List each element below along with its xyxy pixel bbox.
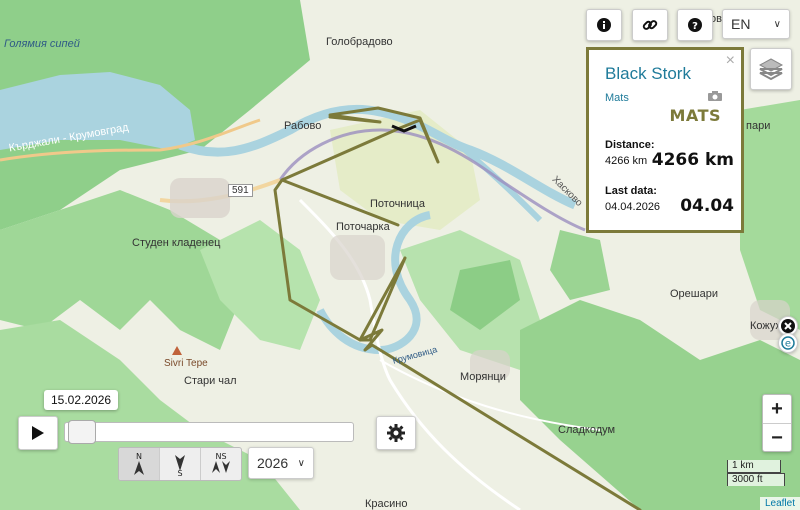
last-data-value: 04.04.2026 (605, 201, 661, 213)
chevron-down-icon: ∨ (297, 457, 305, 469)
e-button[interactable]: e (778, 333, 798, 353)
last-data-big: 04.04 (680, 196, 734, 216)
map-label: Рабово (284, 120, 322, 132)
chevron-down-icon: ∨ (773, 18, 781, 30)
map-label: Кожух (750, 320, 781, 332)
zoom-control: + − (762, 394, 792, 452)
help-icon: ? (688, 18, 702, 32)
village-area (170, 178, 230, 218)
popup-title: Black Stork (605, 64, 691, 83)
distance-big: 4266 km (651, 150, 734, 170)
map-label: 591 (228, 184, 253, 197)
direction-north-button[interactable]: N (119, 448, 160, 480)
svg-text:S: S (177, 469, 182, 477)
map-label: пари (746, 120, 771, 132)
layers-icon (758, 58, 784, 81)
map-label: Сладкодум (558, 424, 616, 436)
direction-filter-group: N S NS (118, 447, 242, 481)
language-value: EN (731, 16, 751, 32)
popup-subtitle-link[interactable]: Mats (605, 92, 629, 104)
scale-metric: 1 km (727, 460, 781, 473)
svg-text:NS: NS (215, 452, 226, 461)
map-label: Sivri Tepe (164, 358, 208, 369)
map-label: Морянци (460, 371, 506, 383)
help-button[interactable]: ? (677, 9, 713, 41)
svg-text:?: ? (692, 21, 698, 32)
zoom-out-button[interactable]: − (763, 424, 791, 452)
info-icon (597, 18, 611, 32)
e-icon: e (781, 336, 795, 350)
zoom-in-button[interactable]: + (763, 395, 791, 424)
timeline-slider[interactable] (64, 420, 354, 444)
link-button[interactable] (632, 9, 668, 41)
direction-both-button[interactable]: NS (201, 448, 241, 480)
play-button[interactable] (18, 416, 58, 450)
bird-popup: Black Stork × Mats MATS Distance: 4266 k… (586, 47, 744, 233)
north-arrow-icon: N (134, 452, 144, 475)
map-label: Стари чал (184, 375, 237, 387)
svg-text:N: N (136, 452, 142, 461)
settings-button[interactable] (376, 416, 416, 450)
attribution-link[interactable]: Leaflet (759, 497, 800, 510)
map-label: Красино (365, 498, 408, 510)
layers-button[interactable] (750, 48, 792, 90)
last-data-label: Last data: (605, 185, 657, 197)
gear-icon (387, 424, 405, 442)
map-label: Поточница (370, 198, 425, 210)
year-value: 2026 (257, 455, 289, 471)
map-label: Студен кладенец (132, 237, 221, 249)
map-label: Голобрадово (326, 36, 393, 48)
distance-label: Distance: (605, 139, 655, 151)
map-label: Орешари (670, 288, 718, 300)
language-select[interactable]: EN ∨ (722, 9, 790, 39)
map-label: Голямия сипей (4, 38, 80, 50)
timeline-slider-handle[interactable] (68, 420, 96, 444)
south-arrow-icon: S (175, 455, 185, 477)
village-area (330, 235, 385, 280)
bird-name: MATS (669, 106, 721, 125)
play-icon (32, 426, 44, 440)
link-icon (642, 20, 658, 30)
info-button[interactable] (586, 9, 622, 41)
svg-text:e: e (785, 339, 791, 350)
close-circle-icon (781, 319, 795, 333)
close-icon[interactable]: × (726, 52, 735, 70)
scale-imperial: 3000 ft (727, 473, 785, 486)
scale-bar: 1 km 3000 ft (727, 460, 785, 486)
year-select[interactable]: 2026 ∨ (248, 447, 314, 479)
map-label: Поточарка (336, 221, 390, 233)
direction-south-button[interactable]: S (160, 448, 201, 480)
camera-icon[interactable] (707, 90, 723, 102)
both-arrow-icon: NS (212, 452, 230, 473)
distance-value: 4266 km (605, 155, 648, 167)
date-tooltip: 15.02.2026 (44, 390, 119, 410)
